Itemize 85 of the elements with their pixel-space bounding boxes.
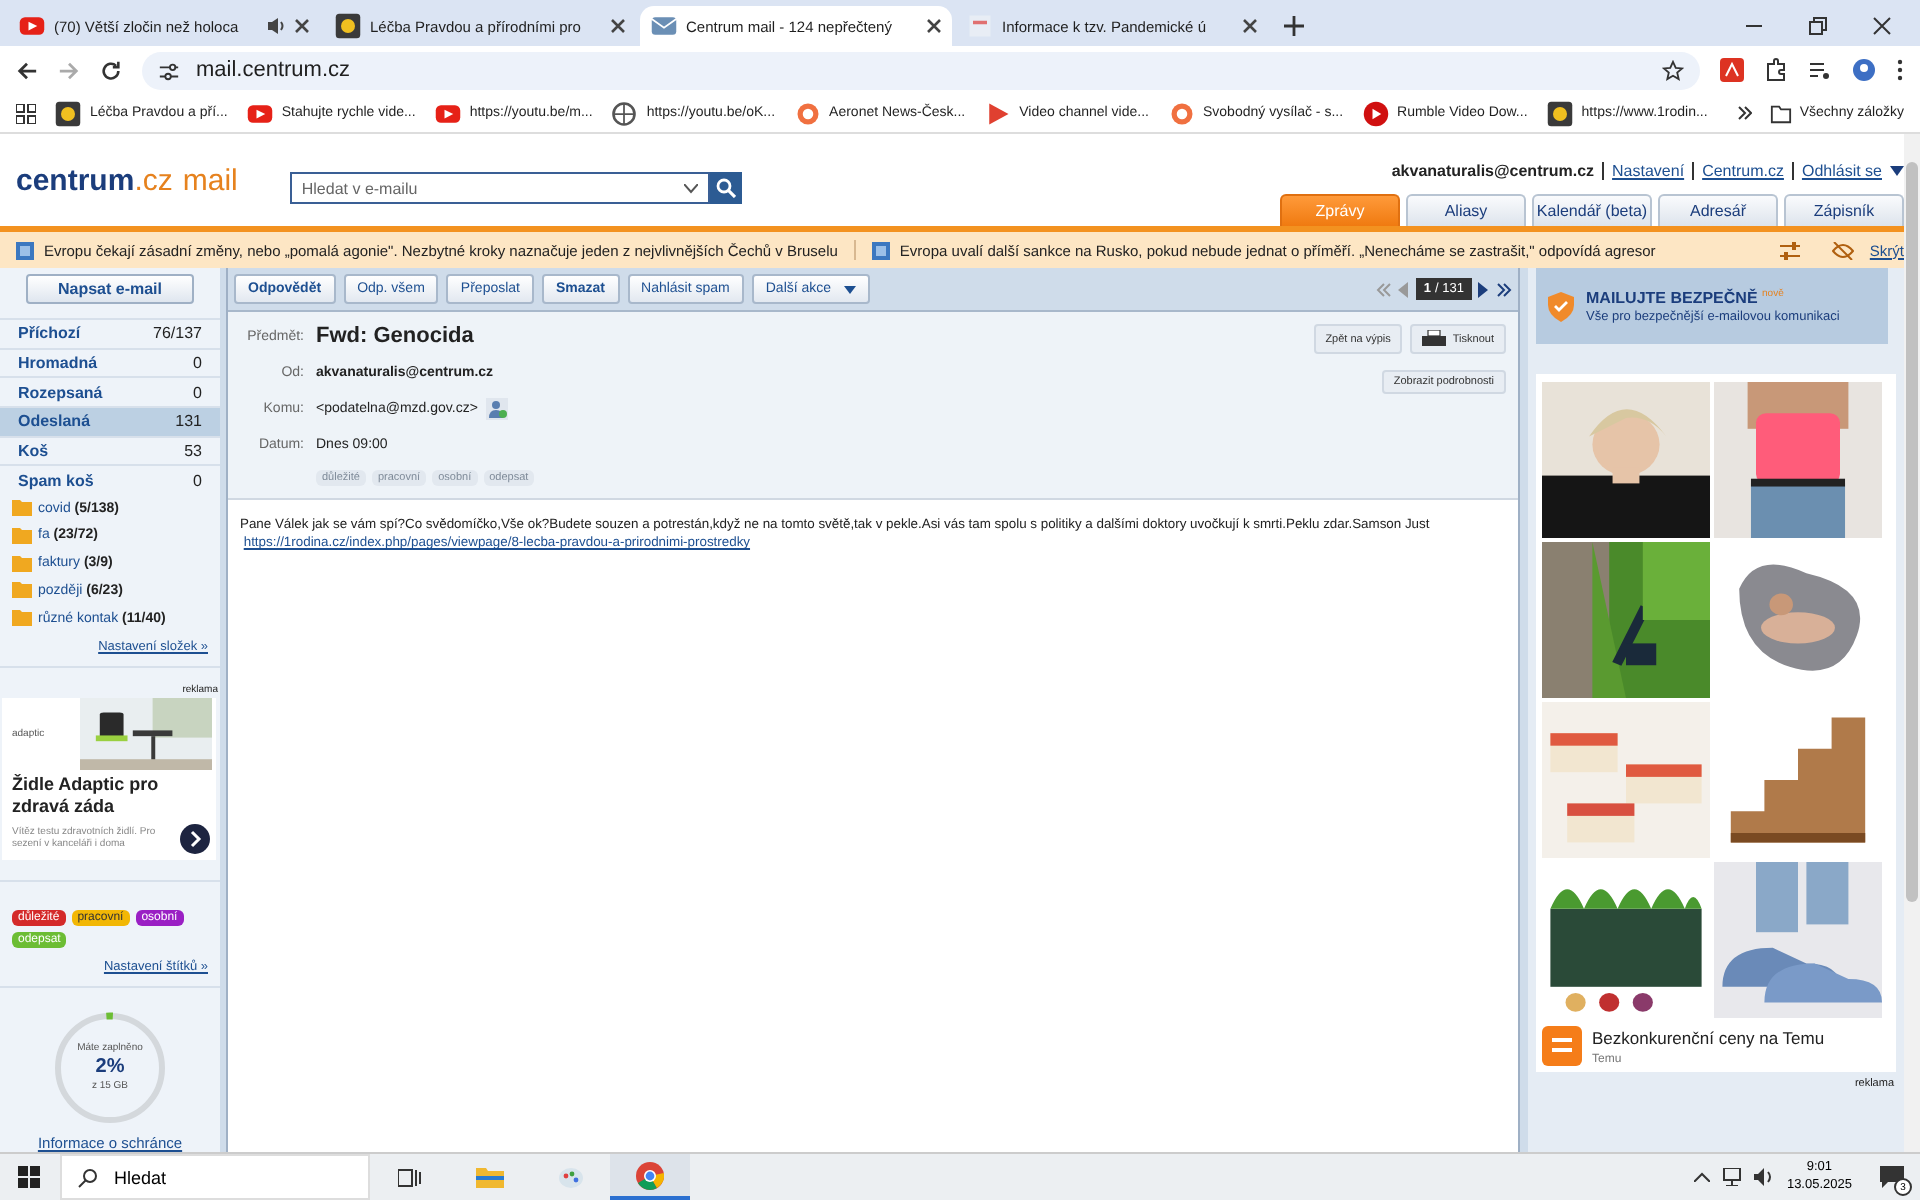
chevron-circle-icon[interactable]	[180, 823, 210, 854]
header-link[interactable]: Odhlásit se	[1791, 162, 1882, 180]
news-source-icon	[871, 241, 890, 259]
paint-palette-icon[interactable]	[557, 1164, 583, 1190]
new-label: nově	[1762, 287, 1784, 300]
video-play-icon	[245, 99, 274, 127]
task-view-icon[interactable]	[398, 1167, 422, 1187]
user-email: akvanaturalis@centrum.cz	[1391, 162, 1595, 180]
windows-start-icon[interactable]	[17, 1166, 39, 1188]
envelope-icon	[650, 12, 678, 40]
menu-icon[interactable]	[1896, 58, 1904, 82]
back-arrow-icon[interactable]	[16, 59, 38, 81]
shop-logo-icon	[1542, 1026, 1582, 1066]
plus-icon[interactable]	[1284, 16, 1304, 36]
square-logo-icon	[54, 99, 82, 127]
pdf-icon[interactable]	[1720, 58, 1744, 82]
dropdown-caret-icon	[843, 285, 856, 293]
network-icon[interactable]	[1722, 1168, 1743, 1186]
nav-tab[interactable]: Zápisník	[1784, 194, 1904, 226]
compose-button[interactable]: Napsat e-mail	[26, 274, 194, 304]
close-icon[interactable]	[1872, 16, 1892, 36]
add-contact-icon[interactable]	[485, 398, 508, 420]
star-icon[interactable]	[1662, 59, 1684, 81]
site-settings-icon	[158, 59, 180, 81]
search-icon	[78, 1167, 98, 1187]
banner-title: MAILUJTE BEZPEČNĚ	[1586, 288, 1758, 307]
search-icon	[715, 178, 736, 198]
folder-icon[interactable]	[476, 1166, 504, 1188]
centrum-mail-logo[interactable]: centrum.cz mail	[16, 164, 238, 226]
ring-icon	[1167, 99, 1195, 127]
dropdown-caret-icon	[1890, 166, 1904, 176]
search-field[interactable]: Hledat v e-mailu	[289, 172, 710, 204]
address-bar[interactable]: mail.centrum.cz	[142, 51, 1700, 89]
taskbar-search-field[interactable]: Hledat	[60, 1154, 370, 1200]
square-logo-icon	[1545, 99, 1574, 127]
folder-item[interactable]: Koš 53	[0, 435, 220, 465]
folder-icon	[1769, 103, 1792, 123]
folder-item[interactable]: Příchozí 76/137	[0, 317, 220, 348]
last-page-icon[interactable]	[1496, 281, 1512, 297]
storage-percent: 2%	[95, 1056, 125, 1079]
reload-icon[interactable]	[100, 59, 122, 81]
folder-item[interactable]: Hromadná 0	[0, 347, 220, 377]
nav-tab[interactable]: Kalendář (beta)	[1532, 194, 1652, 226]
news-source-icon	[16, 241, 34, 259]
header-link[interactable]: Centrum.cz	[1692, 162, 1784, 180]
video-play-icon	[433, 99, 462, 127]
shield-check-icon	[1548, 291, 1574, 321]
folder-item[interactable]: Spam koš 0	[0, 464, 220, 494]
restore-icon[interactable]	[1808, 16, 1828, 36]
square-logo-icon	[334, 12, 362, 40]
close-icon[interactable]	[1242, 18, 1258, 34]
dropdown-caret-icon	[683, 183, 698, 193]
profile-icon[interactable]	[1852, 58, 1876, 82]
ad-headline: Židle Adaptic pro zdravá záda	[10, 771, 161, 821]
media-icon[interactable]	[1808, 58, 1832, 82]
folder-item[interactable]: Odeslaná 131	[0, 405, 220, 436]
speaker-icon[interactable]	[1754, 1168, 1775, 1186]
more-bookmarks-chevron-icon[interactable]	[1737, 106, 1752, 120]
nav-tab[interactable]: Adresář	[1658, 194, 1778, 226]
storage-ring	[50, 1007, 170, 1128]
filter-sliders-icon[interactable]	[1779, 241, 1800, 259]
globe-icon	[610, 99, 639, 127]
nav-tab[interactable]: Aliasy	[1406, 194, 1526, 226]
notification-icon[interactable]	[1880, 1166, 1904, 1188]
printer-icon	[1422, 330, 1447, 348]
ad-headline: Bezkonkurenční ceny na Temu	[1592, 1027, 1825, 1047]
document-icon	[966, 12, 994, 40]
page-scrollbar[interactable]	[1904, 134, 1920, 1152]
next-page-icon[interactable]	[1478, 281, 1490, 297]
message-subject: Fwd: Genocida	[316, 324, 476, 348]
close-icon[interactable]	[926, 18, 942, 34]
speaker-icon	[266, 16, 286, 36]
close-icon[interactable]	[610, 18, 626, 34]
video-play-icon	[18, 12, 46, 40]
chevron-up-icon[interactable]	[1694, 1172, 1711, 1182]
hidden-eye-icon	[1831, 241, 1854, 259]
play-icon	[983, 99, 1012, 127]
close-icon[interactable]	[294, 18, 310, 34]
apps-grid-icon[interactable]	[16, 103, 36, 123]
puzzle-icon[interactable]	[1764, 58, 1788, 82]
search-button[interactable]	[709, 172, 742, 204]
chrome-browser-icon[interactable]	[636, 1161, 664, 1189]
header-link[interactable]: Nastavení	[1602, 162, 1685, 180]
play-circle-icon	[1361, 99, 1390, 127]
ring-icon	[793, 99, 822, 127]
